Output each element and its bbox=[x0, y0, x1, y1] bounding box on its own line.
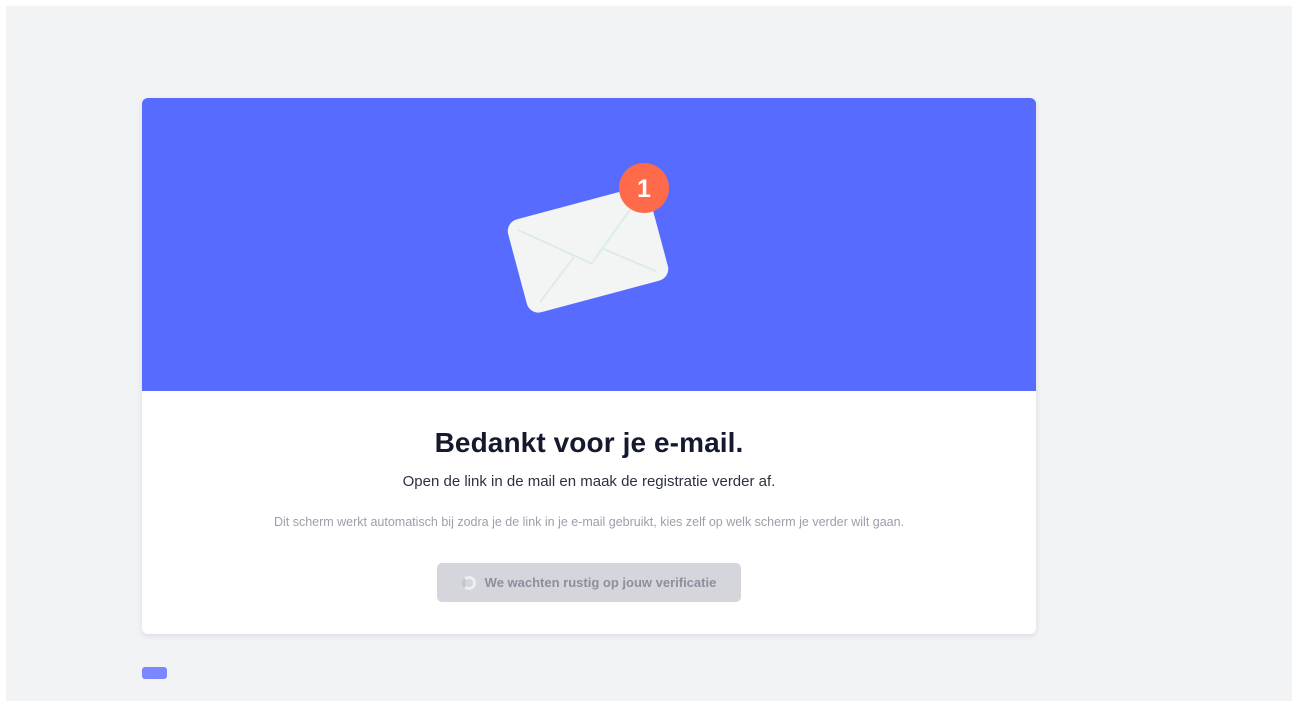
footer-pill bbox=[142, 667, 167, 679]
card-content: Bedankt voor je e-mail. Open de link in … bbox=[142, 391, 1036, 634]
spinner-icon bbox=[461, 575, 476, 590]
notification-badge: 1 bbox=[619, 163, 669, 213]
envelope-illustration: 1 bbox=[507, 163, 669, 313]
waiting-button-label: We wachten rustig op jouw verificatie bbox=[484, 575, 717, 590]
info-note: Dit scherm werkt automatisch bij zodra j… bbox=[273, 515, 905, 529]
subtitle: Open de link in de mail en maak de regis… bbox=[402, 473, 776, 490]
page-title: Bedankt voor je e-mail. bbox=[434, 427, 744, 458]
verification-card: 1 Bedankt voor je e-mail. Open de link i… bbox=[142, 98, 1036, 634]
badge-count: 1 bbox=[637, 175, 651, 203]
waiting-verification-button[interactable]: We wachten rustig op jouw verificatie bbox=[437, 563, 741, 602]
hero-banner: 1 bbox=[142, 98, 1036, 391]
